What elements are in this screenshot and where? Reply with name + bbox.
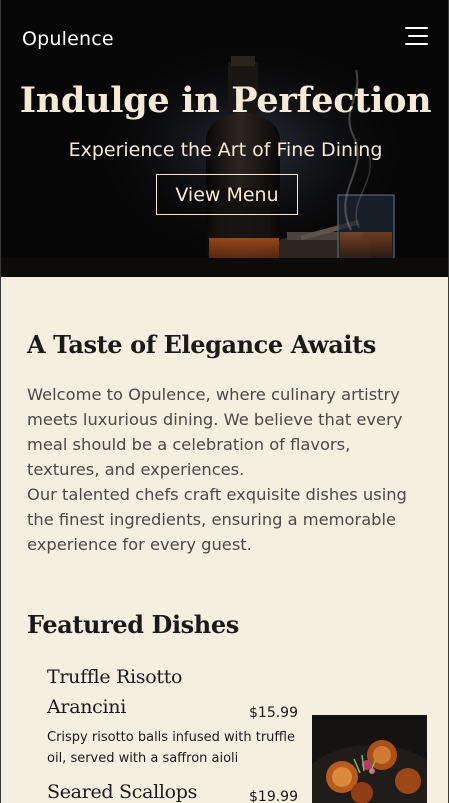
hero-title: Indulge in Perfection: [19, 80, 432, 121]
app-frame: Opulence Indulge in Perfection Experienc…: [0, 0, 449, 803]
hero-section: Opulence Indulge in Perfection Experienc…: [1, 0, 448, 277]
about-section-title: A Taste of Elegance Awaits: [27, 330, 376, 359]
view-menu-button[interactable]: View Menu: [156, 174, 298, 215]
dish-photo: [312, 715, 427, 803]
about-paragraph: Our talented chefs craft exquisite dishe…: [27, 485, 407, 554]
hero-subtitle: Experience the Art of Fine Dining: [68, 139, 383, 161]
dish-price: $19.99: [249, 789, 298, 803]
dish-name: Seared Scallops: [47, 781, 198, 803]
dish-name-continued: Arancini: [47, 696, 126, 718]
about-section-body: Welcome to Opulence, where culinary arti…: [27, 382, 427, 557]
dish-name: Truffle Risotto: [47, 666, 183, 688]
dish-description: Crispy risotto balls infused with truffl…: [47, 730, 295, 766]
featured-dishes-title: Featured Dishes: [27, 610, 239, 639]
brand-logo[interactable]: Opulence: [22, 28, 114, 50]
dish-price: $15.99: [249, 705, 298, 721]
menu-icon[interactable]: [404, 27, 429, 45]
about-paragraph: Welcome to Opulence, where culinary arti…: [27, 385, 403, 479]
